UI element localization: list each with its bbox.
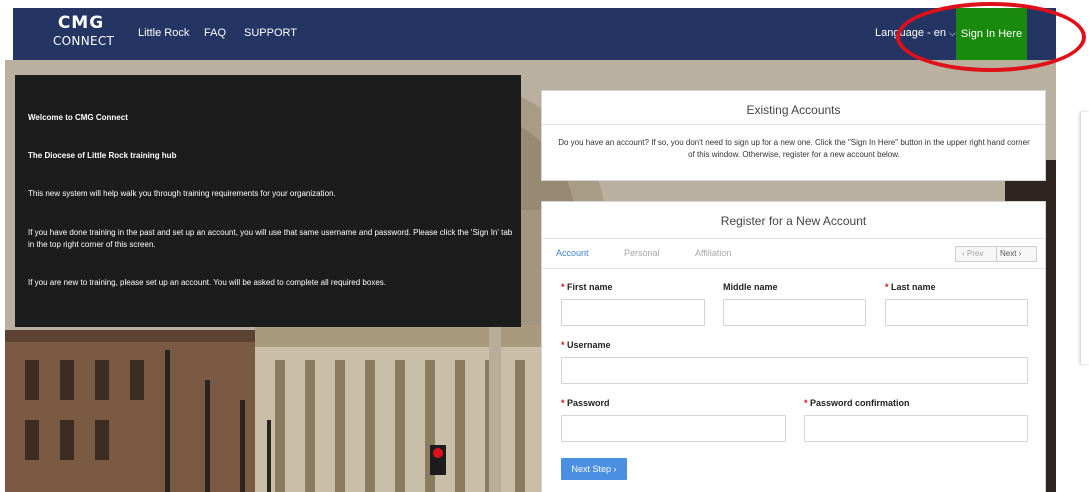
username-label: * Username: [561, 340, 611, 350]
middle-name-input[interactable]: [723, 299, 866, 326]
last-name-label-text: Last name: [891, 282, 936, 292]
password-confirmation-label-text: Password confirmation: [810, 398, 910, 408]
welcome-paragraph-3: If you are new to training, please set u…: [28, 278, 386, 287]
welcome-paragraph-1: This new system will help walk you throu…: [28, 189, 336, 198]
existing-accounts-text: Do you have an account? If so, you don't…: [558, 138, 1030, 159]
required-marker: *: [561, 282, 565, 292]
password-label: * Password: [561, 398, 610, 408]
first-name-input[interactable]: [561, 299, 705, 326]
step-separator-icon: [678, 252, 679, 256]
tab-personal[interactable]: Personal: [624, 248, 660, 258]
divider: [542, 124, 1045, 125]
nav-link-faq[interactable]: FAQ: [204, 27, 226, 39]
nav-link-little-rock[interactable]: Little Rock: [138, 27, 189, 39]
first-name-label-text: First name: [567, 282, 613, 292]
required-marker: *: [561, 340, 565, 350]
password-label-text: Password: [567, 398, 610, 408]
register-title: Register for a New Account: [720, 214, 867, 228]
highlight-circle-annotation: [896, 2, 1086, 72]
password-confirmation-input[interactable]: [804, 415, 1028, 442]
right-margin: [1056, 60, 1089, 492]
next-step-button[interactable]: Next Step ›: [561, 458, 627, 480]
required-marker: *: [561, 398, 565, 408]
last-name-input[interactable]: [885, 299, 1028, 326]
password-confirmation-label: * Password confirmation: [804, 398, 910, 408]
tab-affiliation[interactable]: Affiliation: [695, 248, 731, 258]
tab-account[interactable]: Account: [556, 248, 589, 258]
last-name-label: * Last name: [885, 282, 936, 292]
welcome-title: Welcome to CMG Connect: [28, 113, 128, 122]
wizard-steps: Account Personal Affiliation ‹ Prev Next…: [542, 238, 1045, 269]
cmg-connect-logo[interactable]: CMG CONNECT: [53, 13, 115, 56]
step-separator-icon: [600, 252, 601, 256]
next-button[interactable]: Next ›: [1000, 247, 1021, 261]
wizard-pager: ‹ Prev Next ›: [955, 246, 1037, 262]
existing-accounts-card: Existing Accounts Do you have an account…: [541, 90, 1046, 181]
nav-link-support[interactable]: SUPPORT: [244, 27, 297, 39]
existing-accounts-title: Existing Accounts: [746, 103, 841, 117]
step-separator-icon: [748, 252, 749, 256]
username-input[interactable]: [561, 357, 1028, 384]
welcome-panel: Welcome to CMG Connect The Diocese of Li…: [15, 75, 521, 327]
welcome-subtitle: The Diocese of Little Rock training hub: [28, 151, 177, 160]
first-name-label: * First name: [561, 282, 613, 292]
password-input[interactable]: [561, 415, 786, 442]
register-card: Register for a New Account Account Perso…: [541, 201, 1046, 492]
logo-wordmark-top: CMG: [57, 13, 105, 33]
pager-divider: [996, 247, 997, 261]
required-marker: *: [885, 282, 889, 292]
middle-name-label: Middle name: [723, 282, 778, 292]
welcome-paragraph-2: If you have done training in the past an…: [28, 228, 513, 249]
logo-wordmark-bottom: CONNECT: [53, 34, 115, 48]
page: CMG CONNECT Little Rock FAQ SUPPORT Lang…: [0, 0, 1089, 492]
offscreen-card-edge: [1081, 112, 1089, 364]
required-marker: *: [804, 398, 808, 408]
username-label-text: Username: [567, 340, 611, 350]
prev-button[interactable]: ‹ Prev: [962, 247, 983, 261]
